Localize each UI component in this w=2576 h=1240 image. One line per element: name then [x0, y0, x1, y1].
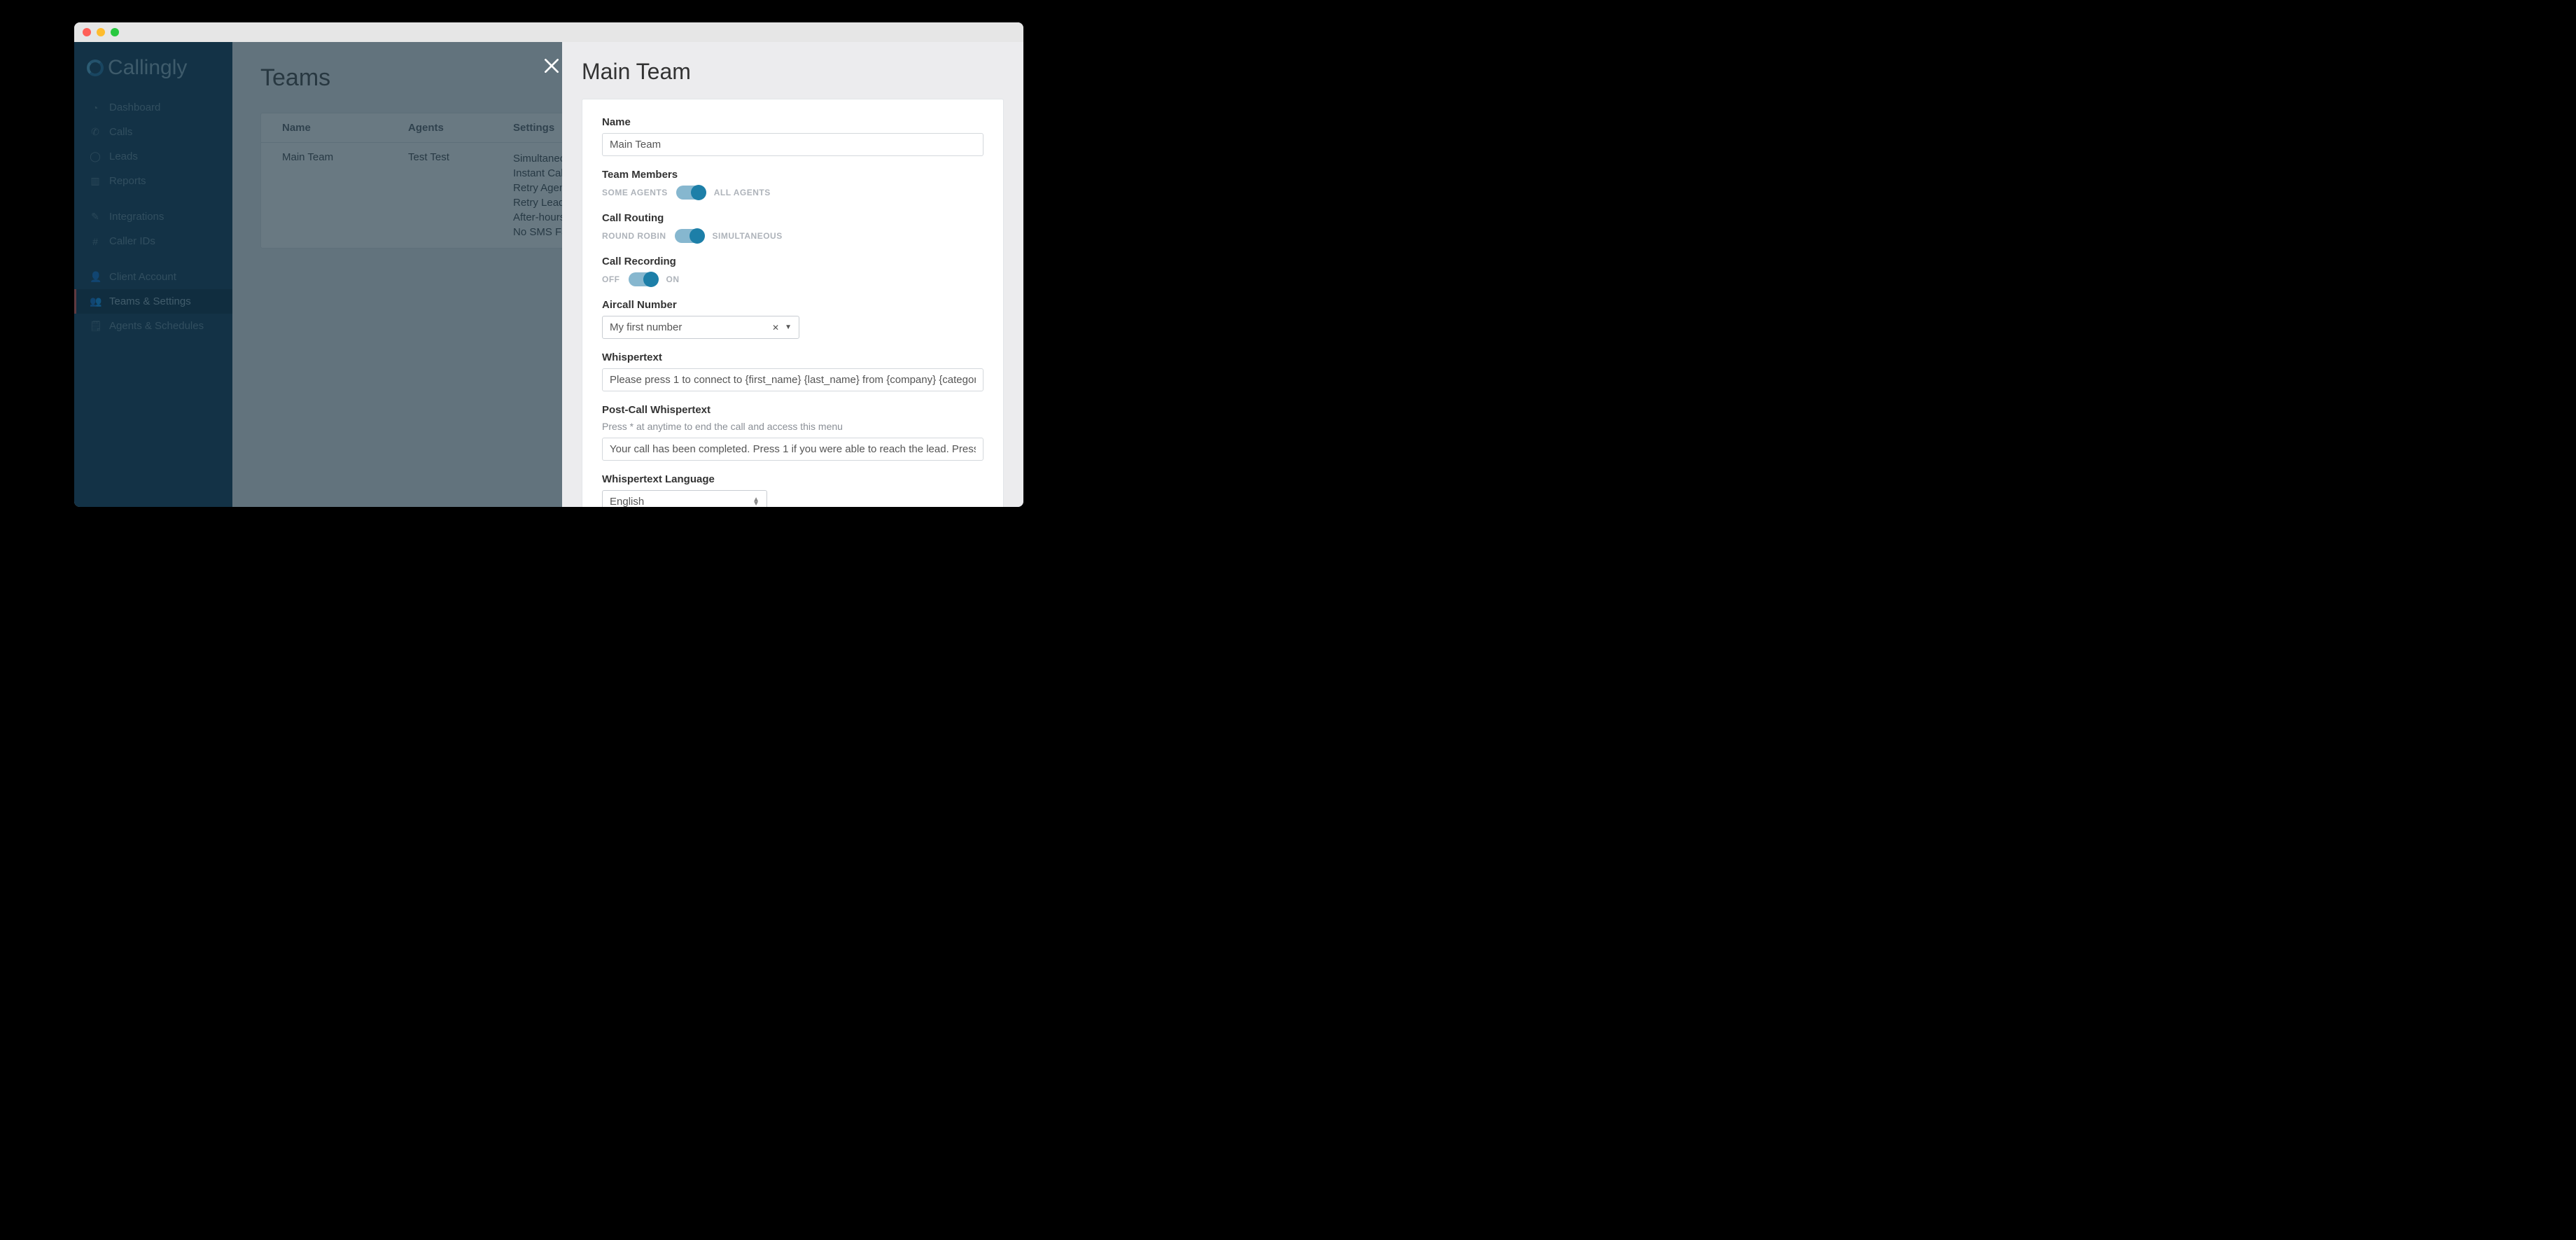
clear-icon[interactable]: ✕	[772, 323, 779, 333]
toggle-left-label: Some Agents	[602, 188, 668, 197]
call-routing-toggle[interactable]	[675, 229, 704, 243]
close-icon-svg	[542, 57, 561, 75]
whispertext-language-select[interactable]: English ▲▼	[602, 490, 767, 507]
call-recording-label: Call Recording	[602, 256, 983, 267]
chevron-down-icon: ▼	[785, 323, 792, 331]
toggle-right-label: Simultaneous	[713, 231, 783, 241]
window-minimize-dot[interactable]	[97, 28, 105, 36]
whispertext-input[interactable]	[602, 368, 983, 391]
whispertext-language-label: Whispertext Language	[602, 473, 983, 485]
app-window: Callingly ◔ Dashboard ✆ Calls ◯ Leads ▥ …	[74, 22, 1023, 507]
panel-title: Main Team	[562, 42, 1023, 99]
name-input[interactable]	[602, 133, 983, 156]
name-label: Name	[602, 116, 983, 128]
team-members-label: Team Members	[602, 169, 983, 181]
team-edit-panel: Main Team Name Team Members Some Agents …	[562, 42, 1023, 507]
close-icon[interactable]	[540, 55, 563, 77]
aircall-number-label: Aircall Number	[602, 299, 983, 311]
call-routing-label: Call Routing	[602, 212, 983, 224]
sort-icon: ▲▼	[752, 498, 760, 506]
post-whispertext-help: Press * at anytime to end the call and a…	[602, 421, 983, 432]
panel-body: Name Team Members Some Agents All Agents…	[582, 99, 1004, 507]
post-whispertext-label: Post-Call Whispertext	[602, 404, 983, 416]
select-value: English	[610, 496, 752, 507]
post-whispertext-input[interactable]	[602, 438, 983, 461]
toggle-left-label: Off	[602, 274, 620, 284]
toggle-right-label: On	[666, 274, 680, 284]
toggle-left-label: Round Robin	[602, 231, 666, 241]
aircall-number-select[interactable]: My first number ✕ ▼	[602, 316, 799, 339]
window-close-dot[interactable]	[83, 28, 91, 36]
team-members-toggle[interactable]	[676, 186, 706, 200]
window-zoom-dot[interactable]	[111, 28, 119, 36]
toggle-right-label: All Agents	[714, 188, 771, 197]
whispertext-label: Whispertext	[602, 351, 983, 363]
call-recording-toggle[interactable]	[629, 272, 658, 286]
select-value: My first number	[610, 321, 772, 333]
window-titlebar	[74, 22, 1023, 42]
